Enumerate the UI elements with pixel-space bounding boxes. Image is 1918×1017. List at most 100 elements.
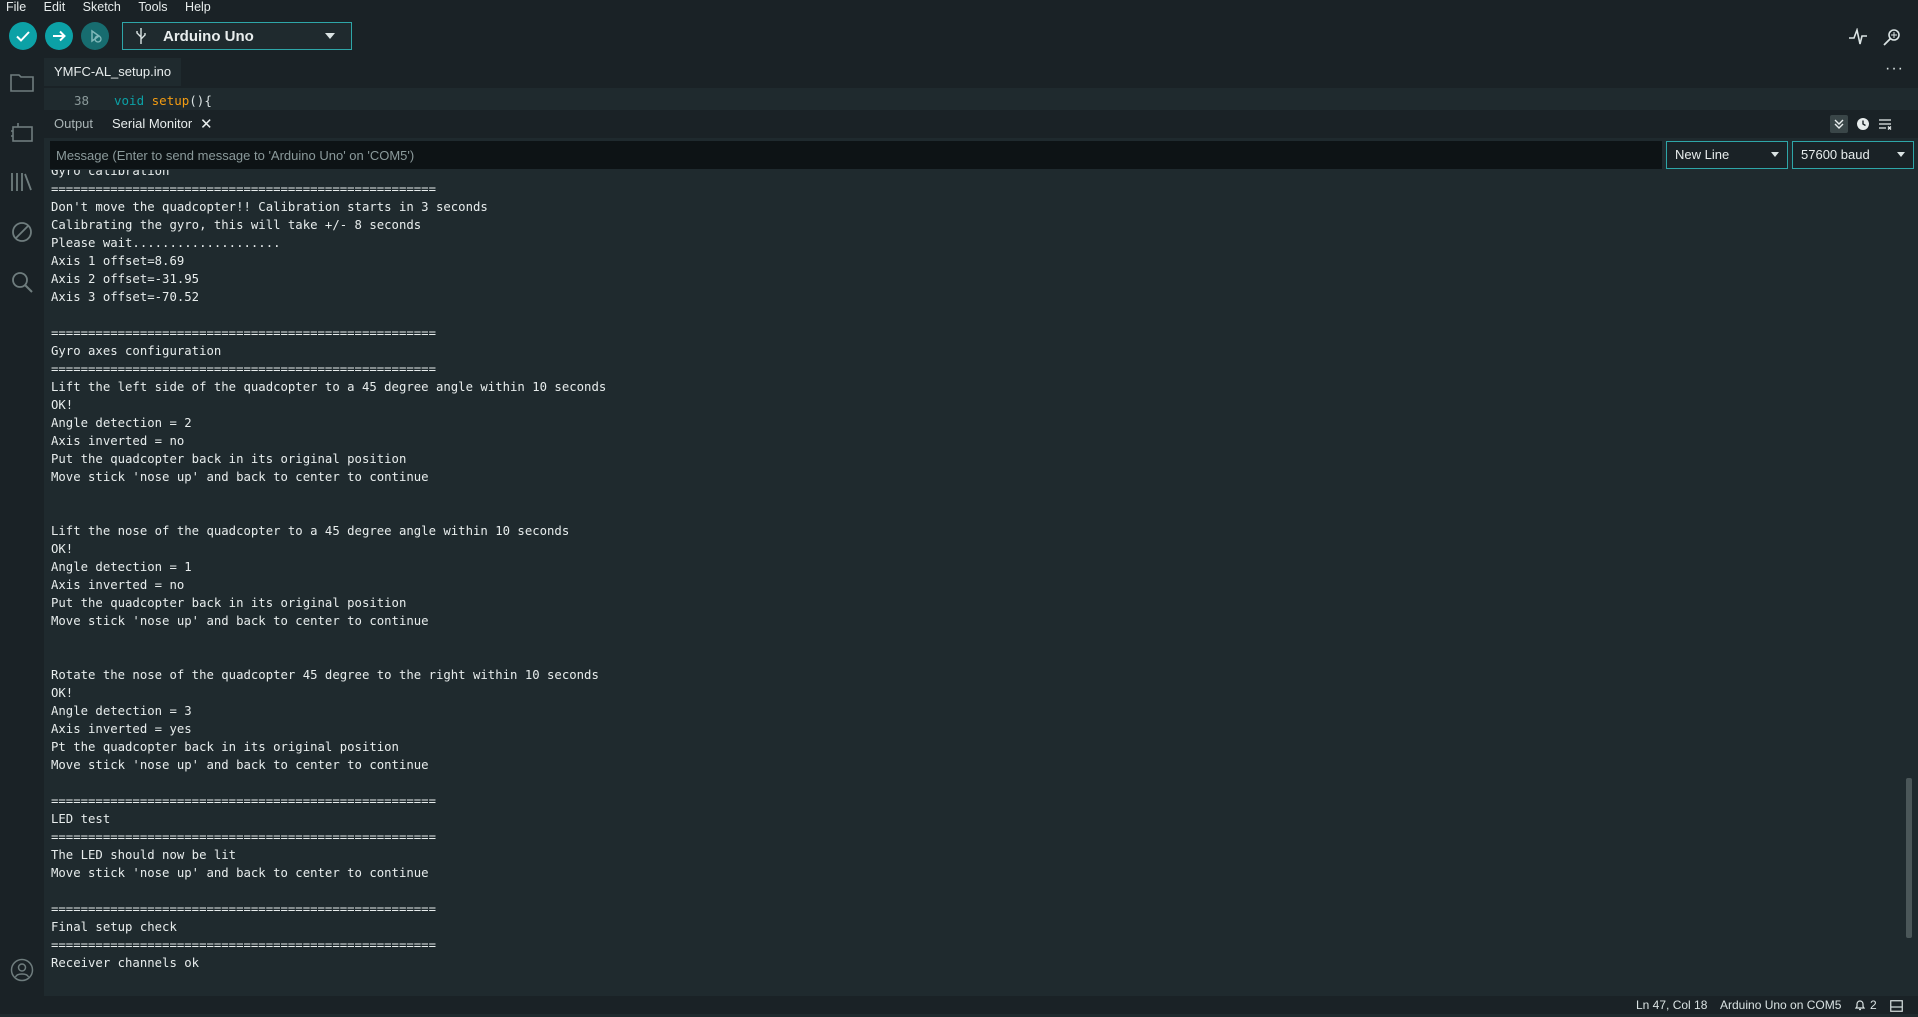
serial-line: ========================================…: [51, 902, 436, 916]
serial-line: OK!: [51, 542, 74, 556]
verify-button[interactable]: [9, 22, 37, 50]
line-number: 38: [74, 93, 90, 108]
serial-line: Move stick 'nose up' and back to center …: [51, 866, 429, 880]
tab-serial-monitor[interactable]: Serial Monitor: [112, 116, 192, 131]
code-function: setup: [151, 93, 190, 108]
chevron-down-icon: [1771, 152, 1779, 157]
serial-line: [51, 306, 606, 324]
board-selector[interactable]: Arduino Uno: [122, 22, 352, 50]
serial-line: LED test: [51, 812, 111, 826]
library-manager-button[interactable]: [8, 168, 36, 196]
clear-list-icon: [1879, 119, 1892, 130]
serial-line: ========================================…: [51, 362, 436, 376]
serial-line: ========================================…: [51, 830, 436, 844]
serial-line: Calibrating the gyro, this will take +/-…: [51, 218, 422, 232]
account-icon: [10, 958, 34, 982]
upload-button[interactable]: [45, 22, 73, 50]
serial-line: [51, 504, 606, 522]
sketchbook-button[interactable]: [8, 68, 36, 96]
serial-line: ========================================…: [51, 326, 436, 340]
autoscroll-toggle[interactable]: [1830, 115, 1848, 133]
serial-monitor-button[interactable]: [1881, 26, 1903, 48]
clear-output-button[interactable]: [1876, 115, 1894, 133]
debug-panel-button[interactable]: [8, 218, 36, 246]
editor-tab-bar: YMFC-AL_setup.ino ···: [44, 58, 1918, 88]
pulse-icon: [1849, 28, 1867, 45]
serial-line: ========================================…: [51, 794, 436, 808]
serial-line: Angle detection = 3: [51, 704, 192, 718]
serial-line: Pt the quadcopter back in its original p…: [51, 740, 399, 754]
check-icon: [16, 31, 30, 42]
status-bar: Ln 47, Col 18 Arduino Uno on COM5 2: [0, 996, 1918, 1014]
timestamp-toggle[interactable]: [1854, 115, 1872, 133]
serial-line: Don't move the quadcopter!! Calibration …: [51, 200, 488, 214]
double-chevron-down-icon: [1834, 119, 1844, 129]
serial-line: [51, 630, 606, 648]
code-editor[interactable]: 38 void setup(){: [44, 88, 1918, 108]
serial-line: ========================================…: [51, 938, 436, 952]
board-port-status[interactable]: Arduino Uno on COM5: [1720, 996, 1841, 1014]
boards-manager-button[interactable]: [8, 118, 36, 146]
serial-line: Axis inverted = no: [51, 434, 185, 448]
tab-output[interactable]: Output: [54, 116, 93, 131]
code-line: void setup(){: [114, 93, 212, 108]
serial-line: Lift the nose of the quadcopter to a 45 …: [51, 524, 570, 538]
menu-tools[interactable]: Tools: [132, 0, 171, 14]
more-icon[interactable]: ···: [1885, 60, 1904, 78]
serial-line: [51, 486, 606, 504]
bell-icon: [1854, 1000, 1866, 1011]
serial-plotter-button[interactable]: [1847, 26, 1869, 48]
account-button[interactable]: [8, 956, 36, 984]
code-keyword: void: [114, 93, 145, 108]
debug-icon: [91, 29, 102, 43]
tab-sketch-file[interactable]: YMFC-AL_setup.ino: [44, 58, 182, 86]
board-icon: [11, 123, 33, 142]
panel-icon: [1890, 1000, 1903, 1012]
line-ending-select[interactable]: New Line: [1666, 141, 1788, 169]
search-button[interactable]: [8, 268, 36, 296]
serial-line: The LED should now be lit: [51, 848, 237, 862]
baud-rate-select[interactable]: 57600 baud: [1792, 141, 1914, 169]
notification-count: 2: [1870, 998, 1877, 1012]
serial-line: Gyro calibration: [51, 170, 170, 178]
baud-rate-value: 57600 baud: [1801, 147, 1870, 162]
serial-line: Move stick 'nose up' and back to center …: [51, 758, 429, 772]
scrollbar-thumb[interactable]: [1906, 778, 1912, 938]
serial-line: Angle detection = 2: [51, 416, 192, 430]
chevron-down-icon: [1897, 152, 1905, 157]
cursor-position[interactable]: Ln 47, Col 18: [1636, 996, 1707, 1014]
close-icon[interactable]: ✕: [200, 115, 213, 133]
arrow-right-icon: [53, 30, 66, 42]
serial-line: [51, 882, 606, 900]
menu-file[interactable]: File: [0, 0, 30, 14]
serial-line: Axis inverted = no: [51, 578, 185, 592]
serial-line: Please wait....................: [51, 236, 281, 250]
chevron-down-icon: [325, 33, 335, 39]
menu-sketch[interactable]: Sketch: [77, 0, 125, 14]
toolbar: Arduino Uno: [0, 16, 1918, 58]
serial-line: Lift the left side of the quadcopter to …: [51, 380, 607, 394]
menu-bar: File Edit Sketch Tools Help: [0, 0, 1918, 16]
code-brackets: (){: [189, 93, 212, 108]
serial-line: [51, 774, 606, 792]
serial-line: Axis inverted = yes: [51, 722, 192, 736]
serial-line: Receiver channels ok: [51, 956, 200, 970]
serial-line: Move stick 'nose up' and back to center …: [51, 470, 429, 484]
folder-icon: [10, 74, 34, 92]
message-input[interactable]: [50, 141, 1662, 169]
menu-edit[interactable]: Edit: [38, 0, 70, 14]
serial-line: Axis 2 offset=-31.95: [51, 272, 200, 286]
notifications-status[interactable]: 2: [1854, 996, 1877, 1014]
serial-output[interactable]: Gyro calibration =======================…: [44, 170, 1904, 980]
board-name: Arduino Uno: [163, 27, 254, 45]
menu-help[interactable]: Help: [179, 0, 215, 14]
magnifier-icon: [1883, 29, 1900, 46]
output-panel-toggle[interactable]: [1890, 999, 1903, 1017]
serial-line: Move stick 'nose up' and back to center …: [51, 614, 429, 628]
serial-line: OK!: [51, 686, 74, 700]
debug-button[interactable]: [81, 22, 109, 50]
serial-line: Put the quadcopter back in its original …: [51, 452, 407, 466]
search-icon: [12, 272, 33, 293]
serial-lines: Gyro calibration =======================…: [51, 170, 606, 972]
panel-header: Output Serial Monitor ✕: [44, 110, 1918, 138]
